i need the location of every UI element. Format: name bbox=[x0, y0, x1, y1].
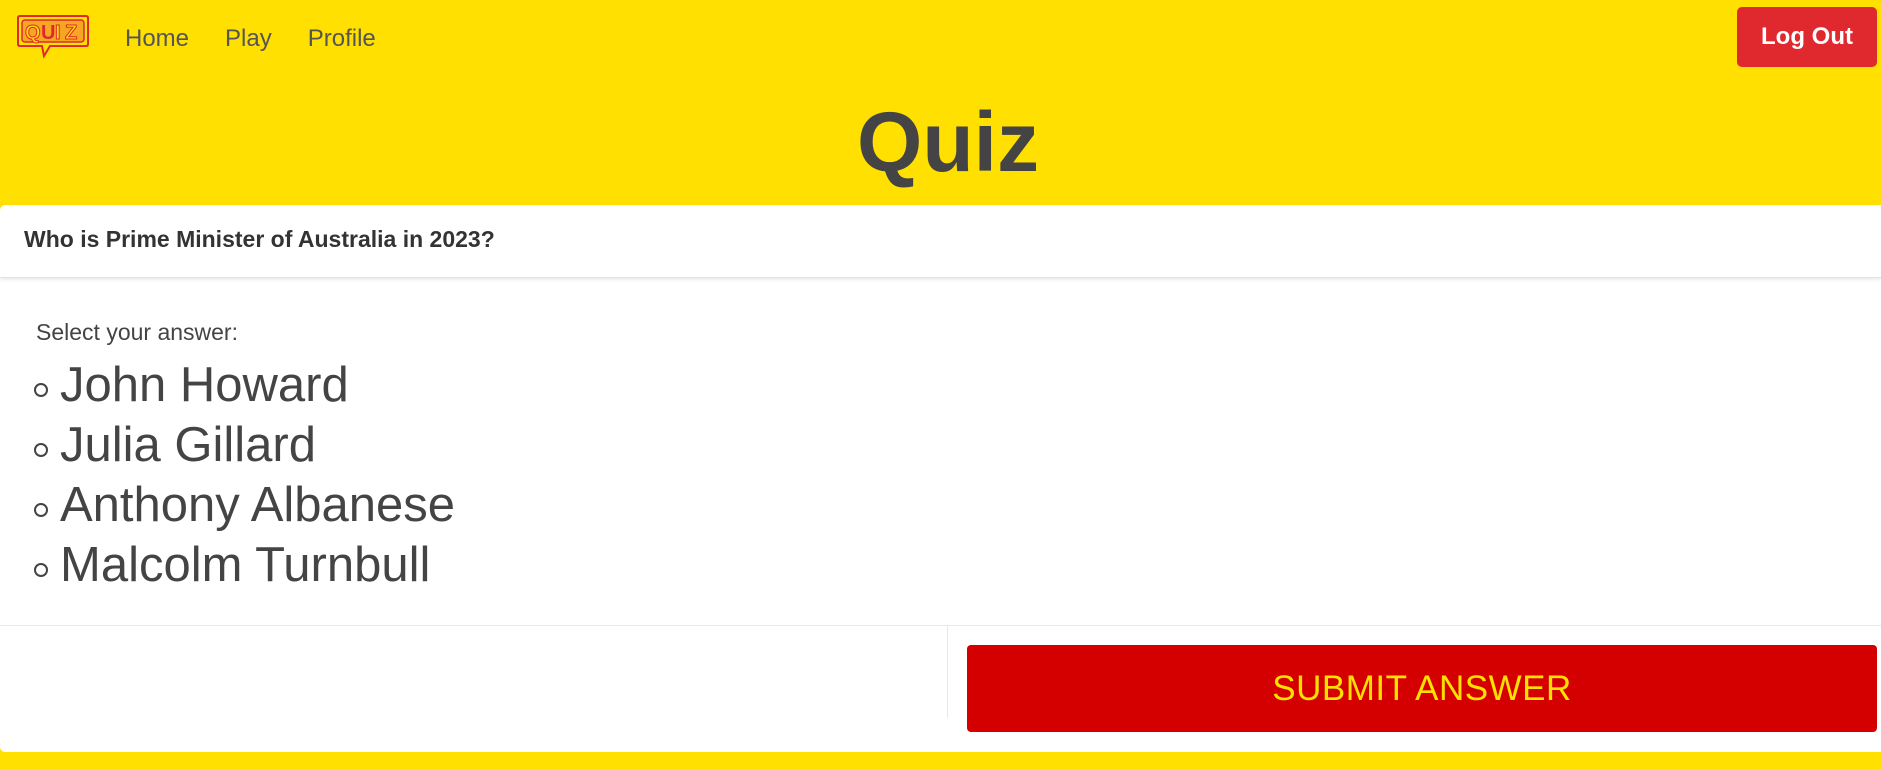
answer-option[interactable]: Malcolm Turnbull bbox=[34, 535, 455, 595]
svg-text:U: U bbox=[41, 22, 55, 44]
svg-text:Q: Q bbox=[25, 22, 41, 44]
quiz-logo-icon: Q U I Z bbox=[17, 15, 89, 59]
navbar: Q U I Z Home Play Profile Log Out bbox=[0, 0, 1881, 78]
card-footer: SUBMIT ANSWER bbox=[0, 625, 1881, 753]
radio-button[interactable] bbox=[34, 443, 48, 457]
quiz-logo[interactable]: Q U I Z bbox=[16, 12, 90, 60]
submit-answer-button[interactable]: SUBMIT ANSWER bbox=[967, 645, 1877, 732]
answer-prompt: Select your answer: bbox=[36, 319, 238, 345]
answer-label: Julia Gillard bbox=[60, 418, 316, 472]
answer-option[interactable]: John Howard bbox=[34, 355, 455, 415]
main-nav: Home Play Profile bbox=[125, 22, 376, 56]
nav-link-profile[interactable]: Profile bbox=[308, 22, 376, 56]
answer-list: John Howard Julia Gillard Anthony Albane… bbox=[34, 355, 455, 595]
svg-text:I: I bbox=[55, 22, 61, 44]
answer-label: John Howard bbox=[60, 358, 349, 412]
page-title: Quiz bbox=[857, 95, 1039, 189]
question-header: Who is Prime Minister of Australia in 20… bbox=[0, 205, 1881, 278]
answer-label: Malcolm Turnbull bbox=[60, 538, 431, 592]
svg-text:Z: Z bbox=[65, 22, 77, 44]
answer-label: Anthony Albanese bbox=[60, 478, 456, 532]
nav-link-play[interactable]: Play bbox=[225, 22, 272, 56]
nav-link-home[interactable]: Home bbox=[125, 22, 189, 56]
question-text: Who is Prime Minister of Australia in 20… bbox=[24, 226, 495, 252]
answer-option[interactable]: Julia Gillard bbox=[34, 415, 455, 475]
answer-option[interactable]: Anthony Albanese bbox=[34, 475, 455, 535]
radio-button[interactable] bbox=[34, 503, 48, 517]
footer-divider bbox=[947, 626, 948, 718]
radio-button[interactable] bbox=[34, 563, 48, 577]
logout-button[interactable]: Log Out bbox=[1737, 7, 1877, 67]
question-card: Who is Prime Minister of Australia in 20… bbox=[0, 205, 1881, 752]
radio-button[interactable] bbox=[34, 383, 48, 397]
